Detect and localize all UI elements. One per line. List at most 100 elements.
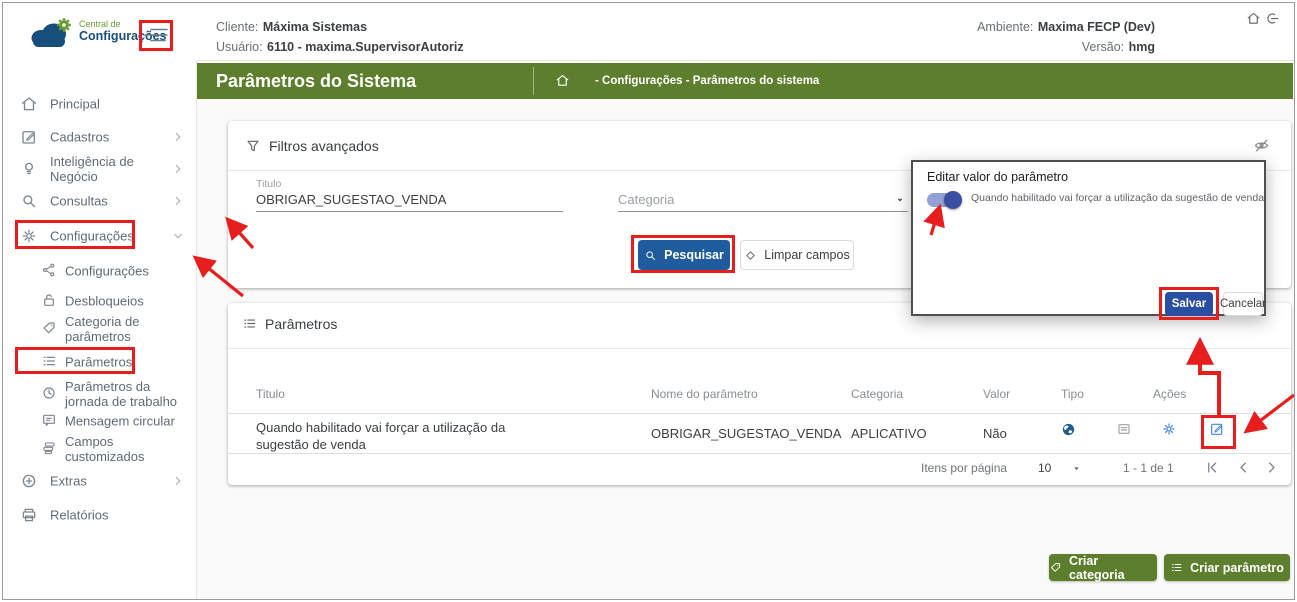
clock-icon (41, 385, 59, 403)
gear-icon (20, 227, 38, 245)
parameters-title: Parâmetros (265, 316, 338, 332)
cell-valor: Não (983, 426, 1007, 441)
cell-nome: OBRIGAR_SUGESTAO_VENDA (651, 426, 842, 441)
message-icon (41, 412, 59, 430)
plus-circle-icon (20, 472, 38, 490)
sidebar-subitem-parametros[interactable]: Parâmetros (3, 348, 197, 376)
dropdown-caret-icon[interactable] (894, 194, 906, 206)
cell-categoria: APLICATIVO (851, 426, 927, 441)
dialog-title: Editar valor do parâmetro (927, 170, 1069, 184)
menu-icon[interactable] (143, 25, 169, 45)
environment-info: Ambiente: Maxima FECP (Dev) (853, 18, 1155, 36)
hide-filters-eye-off-icon[interactable] (1253, 137, 1270, 154)
client-label: Cliente: (216, 20, 259, 34)
create-category-button[interactable]: Criar categoria (1049, 554, 1157, 582)
stack-icon (41, 440, 59, 458)
hierarchy-icon (41, 262, 59, 280)
chevron-right-icon (171, 130, 185, 144)
edit-action-icon[interactable] (1209, 421, 1225, 437)
list-icon (1170, 561, 1183, 574)
column-header-valor: Valor (983, 387, 1011, 401)
search-button[interactable]: Pesquisar (638, 240, 730, 270)
filter-funnel-icon (245, 138, 261, 154)
column-header-titulo: Titulo (256, 387, 285, 401)
sidebar-item-cadastros[interactable]: Cadastros (3, 123, 197, 151)
sidebar-subitem-parametros-jornada[interactable]: Parâmetros da jornada de trabalho (3, 377, 197, 411)
column-header-nome: Nome do parâmetro (651, 387, 758, 401)
sidebar-subitem-mensagem-circular[interactable]: Mensagem circular (3, 407, 197, 435)
create-parameter-button[interactable]: Criar parâmetro (1164, 554, 1290, 581)
note-action-icon[interactable] (1116, 421, 1132, 437)
sidebar-item-inteligencia[interactable]: Inteligência de Negócio (3, 154, 197, 184)
per-page-caret-icon[interactable] (1071, 463, 1082, 474)
list-icon (41, 353, 59, 371)
breadcrumb-home-icon[interactable] (555, 73, 570, 88)
sidebar-nav: Principal Cadastros Inteligência de Negó… (3, 61, 197, 599)
items-per-page-label: Itens por página (921, 461, 1008, 475)
page-title: Parâmetros do Sistema (216, 71, 417, 91)
gear-action-icon[interactable] (1161, 421, 1177, 437)
environment-value: Maxima FECP (Dev) (1037, 20, 1155, 34)
globe-type-icon (1061, 422, 1076, 437)
chevron-right-icon (171, 474, 185, 488)
pagination-range: 1 - 1 de 1 (1123, 461, 1174, 475)
chevron-down-icon (171, 229, 185, 243)
page-title-bar: Parâmetros do Sistema - Configurações - … (197, 63, 1293, 99)
search-icon (20, 192, 38, 210)
search-icon (644, 249, 657, 262)
cell-titulo: Quando habilitado vai forçar a utilizaçã… (256, 420, 506, 452)
title-divider (533, 67, 534, 95)
column-header-tipo: Tipo (1061, 387, 1084, 401)
user-value: 6110 - maxima.SupervisorAutoriz (267, 40, 464, 54)
last-page-icon[interactable] (1291, 460, 1294, 475)
titulo-input[interactable] (256, 190, 563, 212)
categoria-select[interactable] (618, 190, 908, 212)
chevron-right-icon (171, 162, 185, 176)
sidebar-subitem-desbloqueios[interactable]: Desbloqueios (3, 287, 197, 315)
home-icon (20, 95, 38, 113)
version-label: Versão: (1081, 40, 1125, 54)
client-value: Máxima Sistemas (262, 20, 368, 34)
tag-icon (1049, 561, 1062, 574)
filters-title: Filtros avançados (269, 138, 379, 154)
sidebar-subitem-campos-customizados[interactable]: Campos customizados (3, 434, 197, 464)
toggle-label: Quando habilitado vai forçar a utilizaçã… (971, 192, 1265, 204)
next-page-icon[interactable] (1264, 460, 1279, 475)
user-info: Usuário: 6110 - maxima.SupervisorAutoriz (216, 38, 464, 56)
top-header: Central de Configurações Cliente: Máxima… (3, 3, 1294, 61)
home-icon[interactable] (1246, 11, 1261, 26)
sidebar-item-configuracoes[interactable]: Configurações (3, 222, 197, 250)
sidebar-item-principal[interactable]: Principal (3, 90, 197, 118)
cloud-logo-icon (27, 17, 73, 49)
parameter-toggle[interactable] (927, 191, 962, 209)
sidebar-subitem-configuracoes[interactable]: Configurações (3, 257, 197, 285)
first-page-icon[interactable] (1205, 460, 1220, 475)
sidebar-item-extras[interactable]: Extras (3, 467, 197, 495)
breadcrumb: - Configurações - Parâmetros do sistema (595, 75, 820, 87)
previous-page-icon[interactable] (1236, 460, 1251, 475)
user-label: Usuário: (216, 40, 263, 54)
tag-icon (41, 320, 59, 338)
sidebar-subitem-categoria-de-parametros[interactable]: Categoria de parâmetros (3, 312, 197, 346)
titulo-field: Titulo (256, 178, 563, 212)
logout-icon[interactable] (1265, 11, 1280, 26)
chevron-right-icon (171, 194, 185, 208)
clear-fields-button[interactable]: Limpar campos (740, 240, 854, 270)
sidebar-item-consultas[interactable]: Consultas (3, 187, 197, 215)
client-info: Cliente: Máxima Sistemas (216, 18, 367, 36)
unlock-icon (41, 292, 59, 310)
items-per-page-value[interactable]: 10 (1038, 461, 1051, 475)
sidebar-item-relatorios[interactable]: Relatórios (3, 501, 197, 529)
version-value: hmg (1128, 40, 1155, 54)
save-button[interactable]: Salvar (1165, 292, 1213, 316)
parameters-card: Parâmetros Titulo Nome do parâmetro Cate… (228, 303, 1291, 485)
cancel-button[interactable]: Cancelar (1220, 292, 1266, 316)
eraser-icon (744, 249, 757, 262)
titulo-field-label: Titulo (256, 178, 282, 190)
version-info: Versão: hmg (853, 38, 1155, 56)
categoria-field: . (618, 178, 908, 212)
list-icon (242, 316, 257, 331)
edit-icon (20, 128, 38, 146)
edit-parameter-dialog: Editar valor do parâmetro Quando habilit… (911, 160, 1266, 316)
lightbulb-icon (20, 160, 38, 178)
